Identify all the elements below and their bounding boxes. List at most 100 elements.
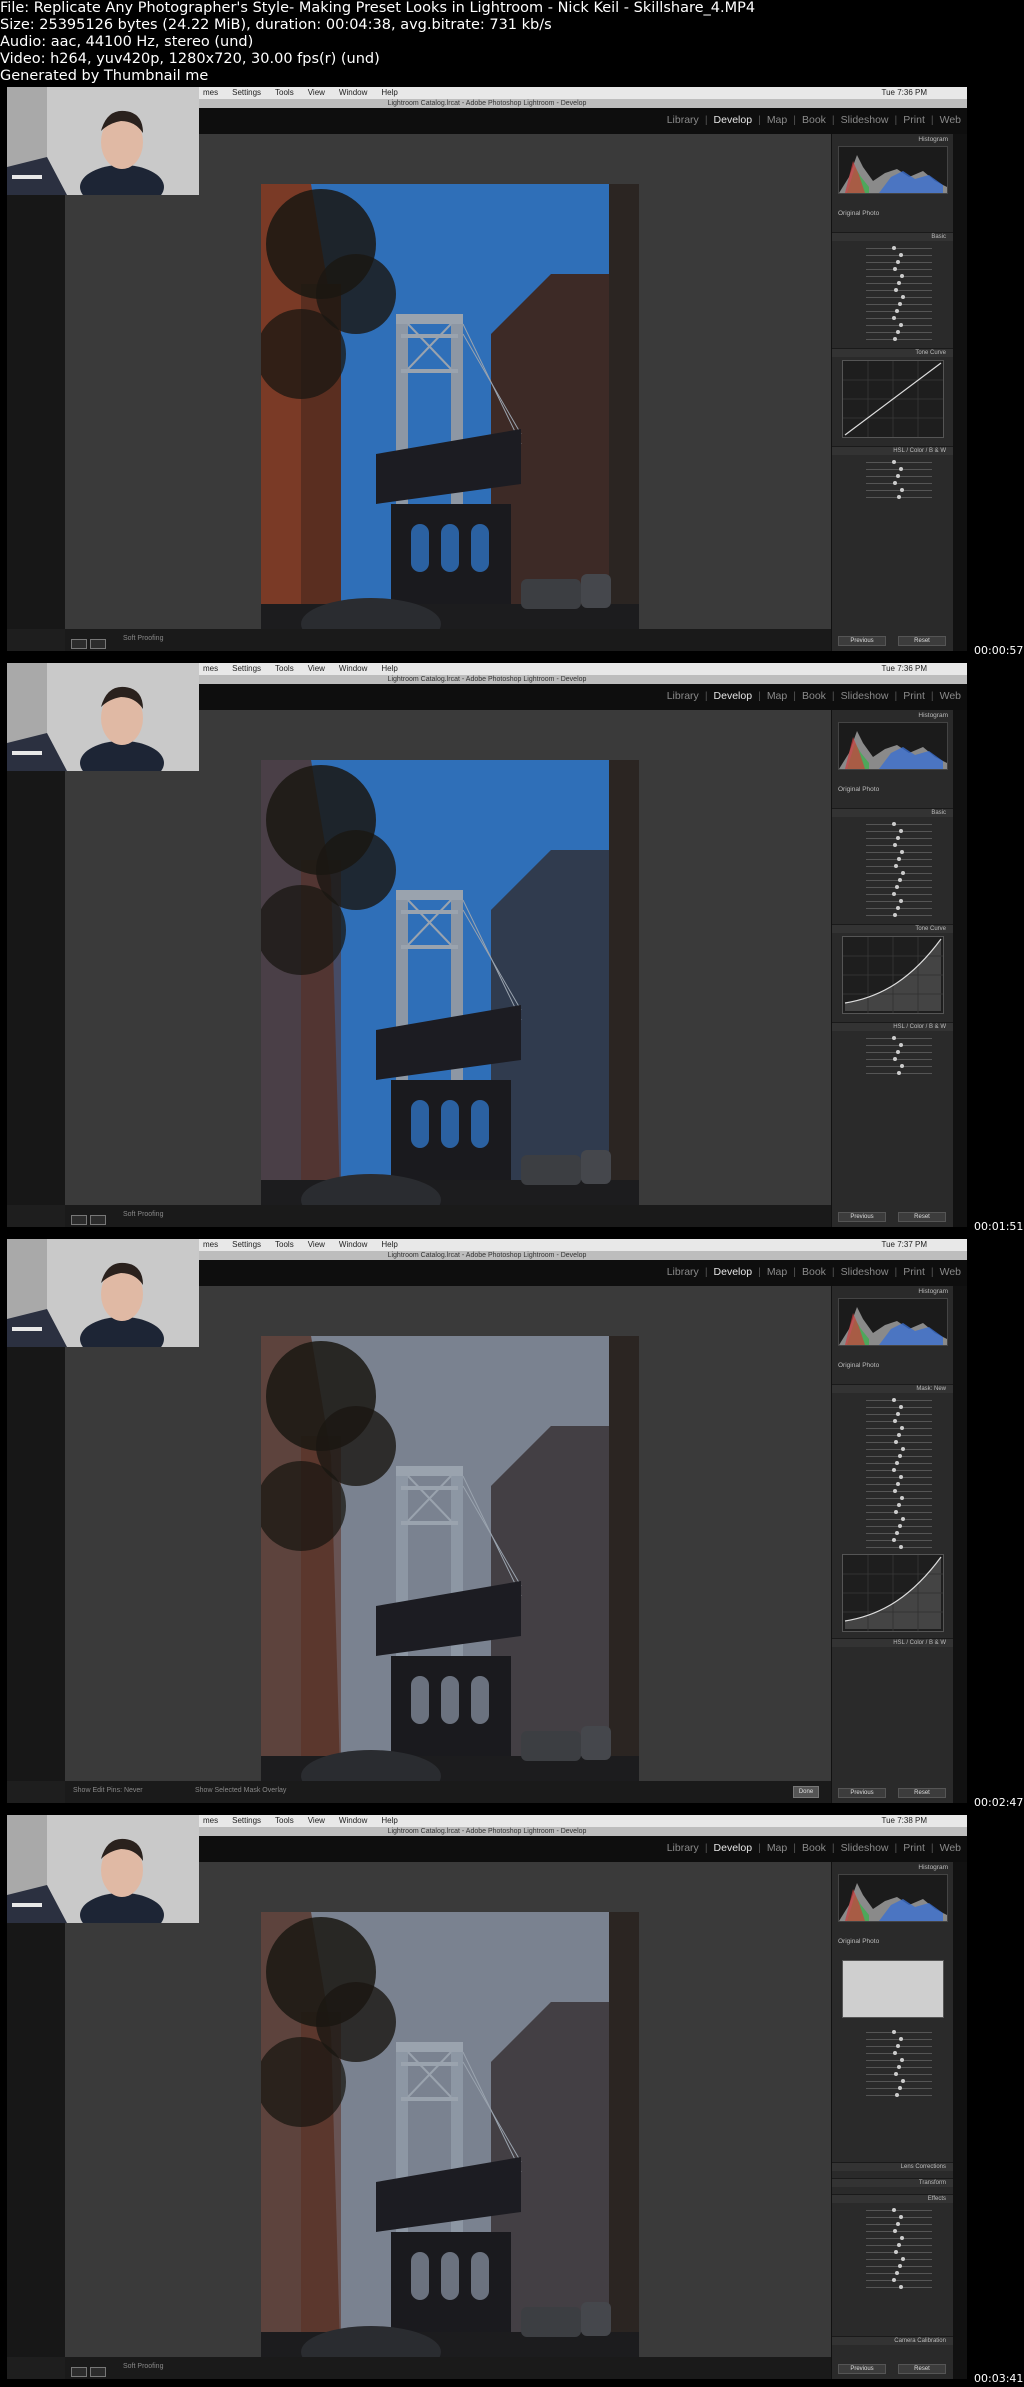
before-after-icon[interactable]	[90, 2367, 106, 2377]
adjustment-slider[interactable]	[838, 2093, 946, 2099]
tone-curve-graph[interactable]	[842, 936, 944, 1014]
photo-preview[interactable]	[261, 760, 639, 1227]
adjustment-slider[interactable]	[838, 1433, 946, 1439]
module-tab-map[interactable]: Map	[767, 1266, 787, 1278]
adjustment-slider[interactable]	[838, 864, 946, 870]
adjustment-slider[interactable]	[838, 2222, 946, 2228]
reset-button[interactable]: Reset	[898, 2364, 946, 2374]
slider-knob[interactable]	[900, 274, 904, 278]
adjustment-slider[interactable]	[838, 260, 946, 266]
slider-knob[interactable]	[893, 1419, 897, 1423]
slider-knob[interactable]	[895, 2271, 899, 2275]
adjustment-slider[interactable]	[838, 829, 946, 835]
mask-overlay-toggle[interactable]: Show Selected Mask Overlay	[195, 1787, 286, 1794]
slider-knob[interactable]	[898, 302, 902, 306]
adjustment-slider[interactable]	[838, 836, 946, 842]
adjustment-slider[interactable]	[838, 1071, 946, 1077]
view-mode-buttons[interactable]	[71, 1212, 109, 1227]
effects-header[interactable]: Effects	[832, 2194, 954, 2203]
menu-item-help[interactable]: Help	[381, 1240, 397, 1249]
adjustment-slider[interactable]	[838, 1538, 946, 1544]
adjustment-slider[interactable]	[838, 1064, 946, 1070]
adjustment-slider[interactable]	[838, 246, 946, 252]
adjustment-slider[interactable]	[838, 1489, 946, 1495]
adjustment-slider[interactable]	[838, 913, 946, 919]
adjustment-slider[interactable]	[838, 2257, 946, 2263]
adjustment-slider[interactable]	[838, 1482, 946, 1488]
module-tab-web[interactable]: Web	[940, 1266, 961, 1278]
adjustment-slider[interactable]	[838, 267, 946, 273]
slider-knob[interactable]	[898, 1454, 902, 1458]
slider-knob[interactable]	[901, 2079, 905, 2083]
adjustment-slider[interactable]	[838, 1412, 946, 1418]
menu-item-view[interactable]: View	[308, 1240, 325, 1249]
adjustment-slider[interactable]	[838, 1468, 946, 1474]
photo-preview[interactable]	[261, 1336, 639, 1803]
previous-button[interactable]: Previous	[838, 1788, 886, 1798]
menu-item-window[interactable]: Window	[339, 1816, 367, 1825]
slider-knob[interactable]	[896, 2222, 900, 2226]
hsl-panel-header[interactable]: HSL / Color / B & W	[832, 1022, 954, 1031]
adjustment-slider[interactable]	[838, 2051, 946, 2057]
slider-knob[interactable]	[899, 1043, 903, 1047]
slider-knob[interactable]	[894, 1440, 898, 1444]
module-tab-map[interactable]: Map	[767, 114, 787, 126]
soft-proofing-toggle[interactable]: Soft Proofing	[123, 635, 163, 642]
slider-knob[interactable]	[896, 1050, 900, 1054]
adjustment-slider[interactable]	[838, 1043, 946, 1049]
menu-item-mes[interactable]: mes	[203, 1816, 218, 1825]
slider-knob[interactable]	[896, 1482, 900, 1486]
photo-preview[interactable]	[261, 1912, 639, 2379]
soft-proofing-toggle[interactable]: Soft Proofing	[123, 1211, 163, 1218]
slider-knob[interactable]	[892, 2278, 896, 2282]
slider-knob[interactable]	[897, 857, 901, 861]
module-tab-slideshow[interactable]: Slideshow	[841, 1266, 889, 1278]
adjustment-slider[interactable]	[838, 878, 946, 884]
slider-knob[interactable]	[901, 2257, 905, 2261]
adjustment-slider[interactable]	[838, 302, 946, 308]
menu-item-help[interactable]: Help	[381, 88, 397, 97]
adjustment-slider[interactable]	[838, 481, 946, 487]
module-tab-library[interactable]: Library	[667, 114, 699, 126]
slider-knob[interactable]	[893, 267, 897, 271]
slider-knob[interactable]	[897, 2065, 901, 2069]
adjustment-slider[interactable]	[838, 495, 946, 501]
show-edit-pins[interactable]: Show Edit Pins: Never	[73, 1787, 143, 1794]
slider-knob[interactable]	[900, 2236, 904, 2240]
adjustment-slider[interactable]	[838, 474, 946, 480]
slider-knob[interactable]	[899, 899, 903, 903]
slider-knob[interactable]	[892, 2030, 896, 2034]
slider-knob[interactable]	[896, 2044, 900, 2048]
slider-knob[interactable]	[895, 885, 899, 889]
slider-knob[interactable]	[895, 1531, 899, 1535]
adjustment-slider[interactable]	[838, 309, 946, 315]
adjustment-slider[interactable]	[838, 2072, 946, 2078]
slider-knob[interactable]	[896, 474, 900, 478]
module-tab-slideshow[interactable]: Slideshow	[841, 114, 889, 126]
module-tab-library[interactable]: Library	[667, 1842, 699, 1854]
slider-knob[interactable]	[892, 460, 896, 464]
slider-knob[interactable]	[899, 2037, 903, 2041]
adjustment-slider[interactable]	[838, 892, 946, 898]
adjustment-slider[interactable]	[838, 2250, 946, 2256]
adjustment-slider[interactable]	[838, 2030, 946, 2036]
transform-header[interactable]: Transform	[832, 2178, 954, 2187]
loupe-view-icon[interactable]	[71, 1215, 87, 1225]
loupe-view-icon[interactable]	[71, 639, 87, 649]
slider-knob[interactable]	[899, 829, 903, 833]
adjustment-slider[interactable]	[838, 2058, 946, 2064]
adjustment-slider[interactable]	[838, 2065, 946, 2071]
module-tab-web[interactable]: Web	[940, 1842, 961, 1854]
slider-knob[interactable]	[892, 1538, 896, 1542]
adjustment-slider[interactable]	[838, 857, 946, 863]
slider-knob[interactable]	[892, 316, 896, 320]
loupe-view-icon[interactable]	[71, 2367, 87, 2377]
menu-item-mes[interactable]: mes	[203, 1240, 218, 1249]
slider-knob[interactable]	[892, 1468, 896, 1472]
slider-knob[interactable]	[899, 1545, 903, 1549]
slider-knob[interactable]	[893, 843, 897, 847]
slider-knob[interactable]	[896, 836, 900, 840]
slider-knob[interactable]	[894, 2072, 898, 2076]
slider-knob[interactable]	[899, 1475, 903, 1479]
adjustment-slider[interactable]	[838, 2215, 946, 2221]
